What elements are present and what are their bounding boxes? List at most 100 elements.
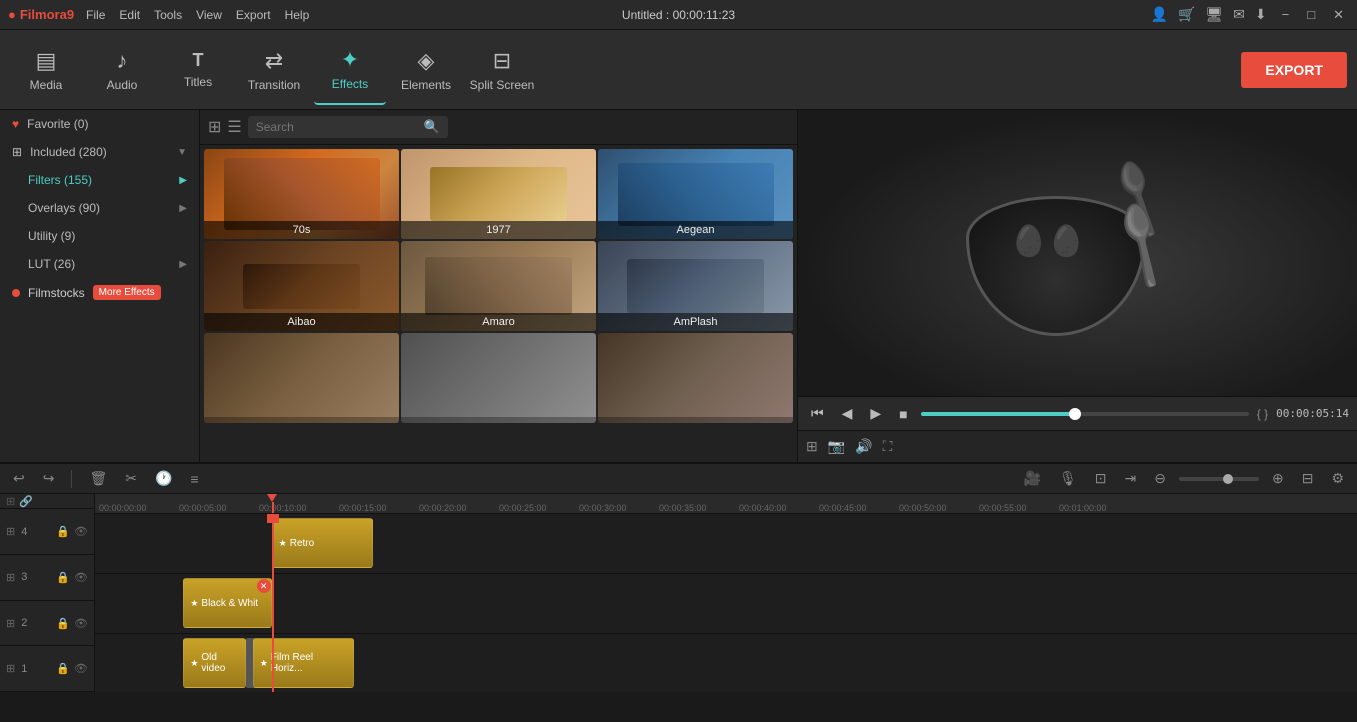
maximize-button[interactable]: □: [1302, 5, 1320, 25]
clip-retro[interactable]: ★ Retro: [272, 518, 373, 568]
redo-button[interactable]: ↪: [38, 468, 60, 489]
snapshot-tool[interactable]: 📷: [828, 438, 845, 455]
lock-icon[interactable]: 🔒: [56, 662, 70, 675]
toolbar-audio[interactable]: ♪ Audio: [86, 35, 158, 105]
lut-item[interactable]: LUT (26) ▶: [0, 250, 199, 278]
rewind-button[interactable]: ⏮: [806, 402, 829, 425]
insert-marker-button[interactable]: 🕐: [150, 468, 177, 489]
star-icon: ★: [260, 658, 268, 669]
device-icon[interactable]: 🖥: [1205, 6, 1223, 23]
camera-icon[interactable]: 🎥: [1019, 468, 1046, 489]
timeline-ruler[interactable]: 00:00:00:00 00:00:05:00 00:00:10:00 00:0…: [95, 494, 1357, 514]
clip-oldvideo[interactable]: ★ Old video: [183, 638, 246, 688]
download-icon[interactable]: ⬇: [1255, 6, 1267, 23]
eye-icon[interactable]: 👁: [74, 525, 88, 538]
lock-icon[interactable]: 🔒: [56, 571, 70, 584]
more-effects-badge[interactable]: More Effects: [93, 285, 161, 300]
track2-controls: 🔒 👁: [56, 617, 88, 630]
toolbar-effects[interactable]: ✦ Effects: [314, 35, 386, 105]
ruler-15: 00:00:15:00: [339, 503, 419, 513]
undo-button[interactable]: ↩: [8, 468, 30, 489]
toolbar-splitscreen[interactable]: ⊟ Split Screen: [466, 35, 538, 105]
zoom-slider[interactable]: [1179, 477, 1259, 481]
add-track-area: ⊞ 🔗: [0, 494, 94, 509]
ruler-30: 00:00:30:00: [579, 503, 659, 513]
menu-view[interactable]: View: [196, 8, 222, 22]
toolbar-media[interactable]: ▤ Media: [10, 35, 82, 105]
app-logo: ● Filmora9: [8, 7, 74, 22]
toolbar-titles[interactable]: T Titles: [162, 35, 234, 105]
pip-icon[interactable]: ⊡: [1090, 468, 1112, 489]
audio-icon: ♪: [117, 48, 128, 74]
adjustments-button[interactable]: ≡: [185, 469, 203, 489]
play-button[interactable]: ▶: [865, 402, 886, 425]
close-button[interactable]: ✕: [1328, 5, 1349, 25]
list-view-icon[interactable]: ☰: [227, 117, 241, 137]
favorite-item[interactable]: ♥ Favorite (0): [0, 110, 199, 138]
user-icon[interactable]: 👤: [1151, 6, 1168, 23]
main-toolbar: ▤ Media ♪ Audio T Titles ⇄ Transition ✦ …: [0, 30, 1357, 110]
link-icon[interactable]: 🔗: [19, 495, 33, 508]
effect-label-aibao: Aibao: [204, 313, 399, 331]
cut-button[interactable]: ✂: [120, 468, 142, 489]
settings-icon[interactable]: ⚙: [1326, 468, 1349, 489]
menu-help[interactable]: Help: [285, 8, 310, 22]
cart-icon[interactable]: 🛒: [1178, 6, 1195, 23]
effect-label-aegean: Aegean: [598, 221, 793, 239]
progress-bar[interactable]: [921, 412, 1249, 416]
star-icon: ★: [190, 598, 198, 609]
clip-blackwhite[interactable]: ★ Black & Whit ✕: [183, 578, 271, 628]
effect-70s[interactable]: 70s: [204, 149, 399, 239]
effect-more-1[interactable]: [204, 333, 399, 423]
menu-tools[interactable]: Tools: [154, 8, 182, 22]
toolbar-elements[interactable]: ◈ Elements: [390, 35, 462, 105]
eye-icon[interactable]: 👁: [74, 662, 88, 675]
fullscreen-tool[interactable]: ⛶: [883, 438, 893, 455]
stop-button[interactable]: ■: [894, 403, 912, 425]
in-point-button[interactable]: { }: [1257, 407, 1268, 421]
lock-icon[interactable]: 🔒: [56, 617, 70, 630]
effect-aibao[interactable]: Aibao: [204, 241, 399, 331]
preview-controls: ⏮ ◀ ▶ ■ { } 00:00:05:14: [798, 396, 1357, 430]
crop-tool[interactable]: ⊞: [806, 438, 818, 455]
toolbar-transition[interactable]: ⇄ Transition: [238, 35, 310, 105]
export-button[interactable]: EXPORT: [1241, 52, 1347, 88]
add-track-icon[interactable]: ⊞: [6, 495, 15, 508]
chevron-right-icon: ▶: [179, 175, 187, 186]
effects-header: ⊞ ☰ 🔍: [200, 110, 797, 145]
eye-icon[interactable]: 👁: [74, 617, 88, 630]
menu-export[interactable]: Export: [236, 8, 271, 22]
lock-icon[interactable]: 🔒: [56, 525, 70, 538]
grid-layout-icon[interactable]: ⊟: [1297, 468, 1319, 489]
effect-label-amaro: Amaro: [401, 313, 596, 331]
prev-frame-button[interactable]: ◀: [837, 402, 858, 425]
utility-item[interactable]: Utility (9): [0, 222, 199, 250]
effect-amplash[interactable]: AmPlash: [598, 241, 793, 331]
included-item[interactable]: ⊞ Included (280) ▼: [0, 138, 199, 166]
zoom-in-icon[interactable]: ⊕: [1267, 468, 1289, 489]
menu-edit[interactable]: Edit: [119, 8, 140, 22]
clip-filmreel[interactable]: ★ Film Reel Horiz...: [253, 638, 354, 688]
search-icon: 🔍: [424, 119, 440, 135]
clip-delete-button[interactable]: ✕: [257, 579, 271, 593]
minimize-button[interactable]: −: [1277, 5, 1295, 25]
window-controls: − □ ✕: [1277, 5, 1349, 25]
email-icon[interactable]: ✉: [1233, 6, 1245, 23]
filters-item[interactable]: Filters (155) ▶: [0, 166, 199, 194]
effect-more-2[interactable]: [401, 333, 596, 423]
menu-file[interactable]: File: [86, 8, 105, 22]
motion-icon[interactable]: ⇥: [1120, 468, 1142, 489]
effect-1977[interactable]: 1977: [401, 149, 596, 239]
audio-track-icon[interactable]: 🎙: [1054, 468, 1082, 489]
splitscreen-label: Split Screen: [470, 78, 535, 92]
grid-view-icon[interactable]: ⊞: [208, 117, 221, 137]
search-input[interactable]: [256, 120, 418, 134]
delete-button[interactable]: 🗑: [84, 468, 112, 489]
effect-more-3[interactable]: [598, 333, 793, 423]
eye-icon[interactable]: 👁: [74, 571, 88, 584]
circle-minus-icon[interactable]: ⊖: [1149, 468, 1171, 489]
effect-amaro[interactable]: Amaro: [401, 241, 596, 331]
overlays-item[interactable]: Overlays (90) ▶: [0, 194, 199, 222]
effect-aegean[interactable]: Aegean: [598, 149, 793, 239]
volume-tool[interactable]: 🔊: [855, 438, 872, 455]
